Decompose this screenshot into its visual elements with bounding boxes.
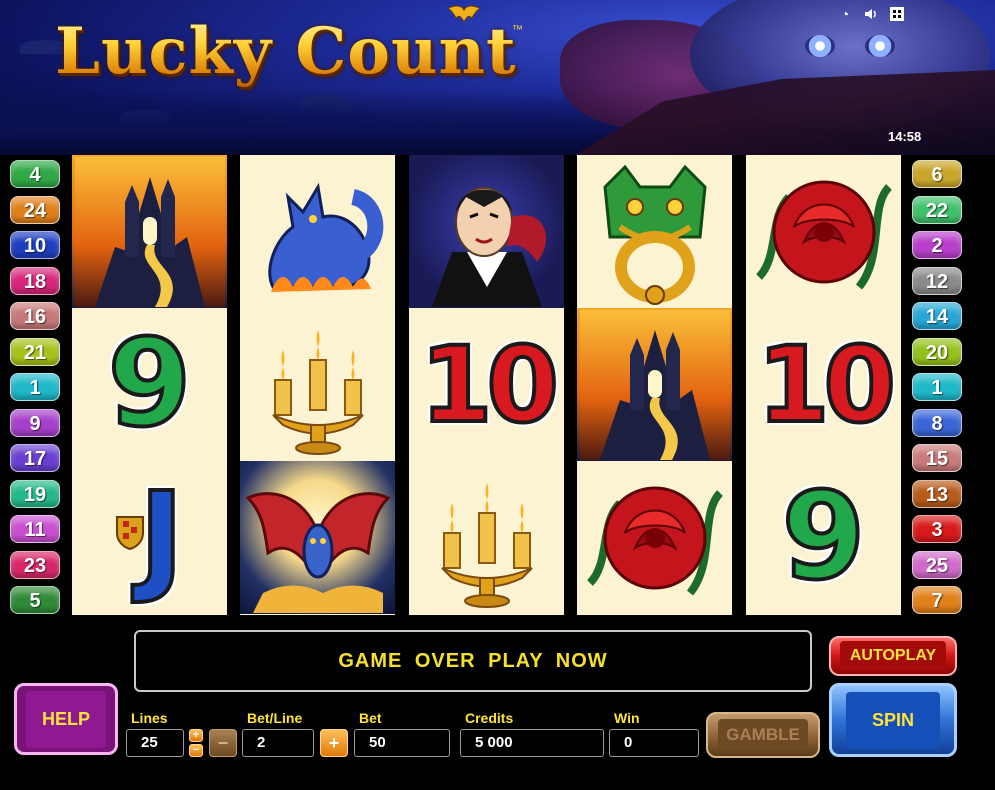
symbol-wolf: [240, 155, 395, 308]
payline-badge[interactable]: 21: [10, 337, 60, 366]
symbol-castle: [577, 308, 732, 461]
payline-badge[interactable]: 8: [912, 408, 962, 437]
reel-4: [577, 155, 732, 615]
payline-badge[interactable]: 22: [912, 195, 962, 224]
help-button[interactable]: HELP: [14, 683, 118, 755]
symbol-count: [409, 155, 564, 308]
payline-badge[interactable]: 9: [10, 408, 60, 437]
settings-icon[interactable]: ◔: [837, 6, 853, 22]
payline-badge[interactable]: 12: [912, 266, 962, 295]
rose-icon: [586, 486, 723, 596]
game-screen: Lucky Count ™ ◔ 14:58 9 J 10 10 9 4 24 1…: [0, 0, 995, 790]
reel-1: 9 J: [72, 155, 227, 615]
symbol-ten: 10: [755, 323, 898, 446]
symbol-bat: [240, 461, 395, 614]
payline-badge[interactable]: 13: [912, 479, 962, 508]
payline-badge[interactable]: 1: [912, 373, 962, 401]
payline-badge[interactable]: 6: [912, 160, 962, 188]
payline-badge[interactable]: 17: [10, 444, 60, 472]
spin-button[interactable]: SPIN: [829, 683, 957, 757]
credits-value: 5 000: [460, 729, 604, 757]
lines-down-button[interactable]: −: [189, 744, 203, 757]
logo-bat-icon: [446, 5, 482, 24]
payline-badge[interactable]: 20: [912, 337, 962, 366]
lines-up-button[interactable]: +: [189, 729, 203, 742]
top-icon-bar: ◔: [837, 6, 905, 22]
payline-badge[interactable]: 25: [912, 550, 962, 579]
payline-badge[interactable]: 11: [10, 515, 60, 543]
win-label: Win: [614, 710, 640, 726]
bat-icon: [244, 491, 391, 613]
bet-per-line-label: Bet/Line: [247, 710, 303, 726]
symbol-castle: [72, 155, 227, 308]
win-value: 0: [609, 729, 699, 757]
bet-label: Bet: [359, 710, 382, 726]
message-text: GAME OVER PLAY NOW: [338, 649, 608, 672]
rose-icon: [755, 180, 892, 290]
payline-badge[interactable]: 2: [912, 231, 962, 259]
gamble-button-label: GAMBLE: [718, 719, 808, 751]
payline-badge[interactable]: 23: [10, 550, 60, 579]
payline-badge[interactable]: 16: [10, 302, 60, 330]
spin-button-label: SPIN: [845, 691, 940, 749]
payline-badge[interactable]: 24: [10, 195, 60, 224]
symbol-candelabra: [240, 308, 395, 461]
wolf-icon: [267, 182, 383, 292]
help-button-label: HELP: [25, 690, 106, 748]
candelabra-icon: [440, 482, 533, 608]
autoplay-button-label: AUTOPLAY: [839, 641, 947, 671]
reel-2: [240, 155, 395, 615]
trademark-symbol: ™: [512, 24, 523, 36]
symbol-jack: J: [72, 461, 227, 614]
message-box: GAME OVER PLAY NOW: [134, 630, 812, 692]
payline-badge[interactable]: 3: [912, 515, 962, 543]
bet-increase-button[interactable]: +: [320, 729, 348, 757]
gamble-button[interactable]: GAMBLE: [706, 712, 820, 758]
symbol-nine: 9: [780, 467, 867, 607]
reel-5: 10 9: [746, 155, 901, 615]
count-eyes-art: [800, 35, 900, 65]
payline-badge[interactable]: 5: [10, 586, 60, 614]
fullscreen-icon[interactable]: [889, 6, 905, 22]
clock: 14:58: [888, 129, 922, 144]
payline-badge[interactable]: 1: [10, 373, 60, 401]
symbol-ten: 10: [418, 323, 561, 446]
symbol-rose: [577, 461, 732, 614]
count-dracula-icon: [431, 186, 546, 307]
symbol-door-knocker: [577, 155, 732, 308]
payline-badge[interactable]: 4: [10, 160, 60, 188]
castle-icon: [579, 309, 730, 460]
symbol-nine: 9: [106, 314, 193, 454]
bet-per-line-value: 2: [242, 729, 314, 757]
payline-badge[interactable]: 14: [912, 302, 962, 330]
payline-badge[interactable]: 7: [912, 586, 962, 614]
candelabra-icon: [271, 329, 364, 455]
payline-badge[interactable]: 18: [10, 266, 60, 295]
bet-decrease-button[interactable]: −: [209, 729, 237, 757]
lines-value: 25: [126, 729, 184, 757]
credits-label: Credits: [465, 710, 514, 726]
payline-badge[interactable]: 19: [10, 479, 60, 508]
symbol-rose: [746, 155, 901, 308]
door-knocker-icon: [602, 164, 707, 305]
bet-value: 50: [354, 729, 450, 757]
reel-3: 10: [409, 155, 564, 615]
castle-icon: [74, 156, 225, 307]
lines-label: Lines: [131, 710, 168, 726]
autoplay-button[interactable]: AUTOPLAY: [829, 636, 957, 676]
sound-icon[interactable]: [863, 6, 879, 22]
payline-badge[interactable]: 10: [10, 231, 60, 259]
symbol-candelabra: [409, 461, 564, 614]
payline-badge[interactable]: 15: [912, 444, 962, 472]
